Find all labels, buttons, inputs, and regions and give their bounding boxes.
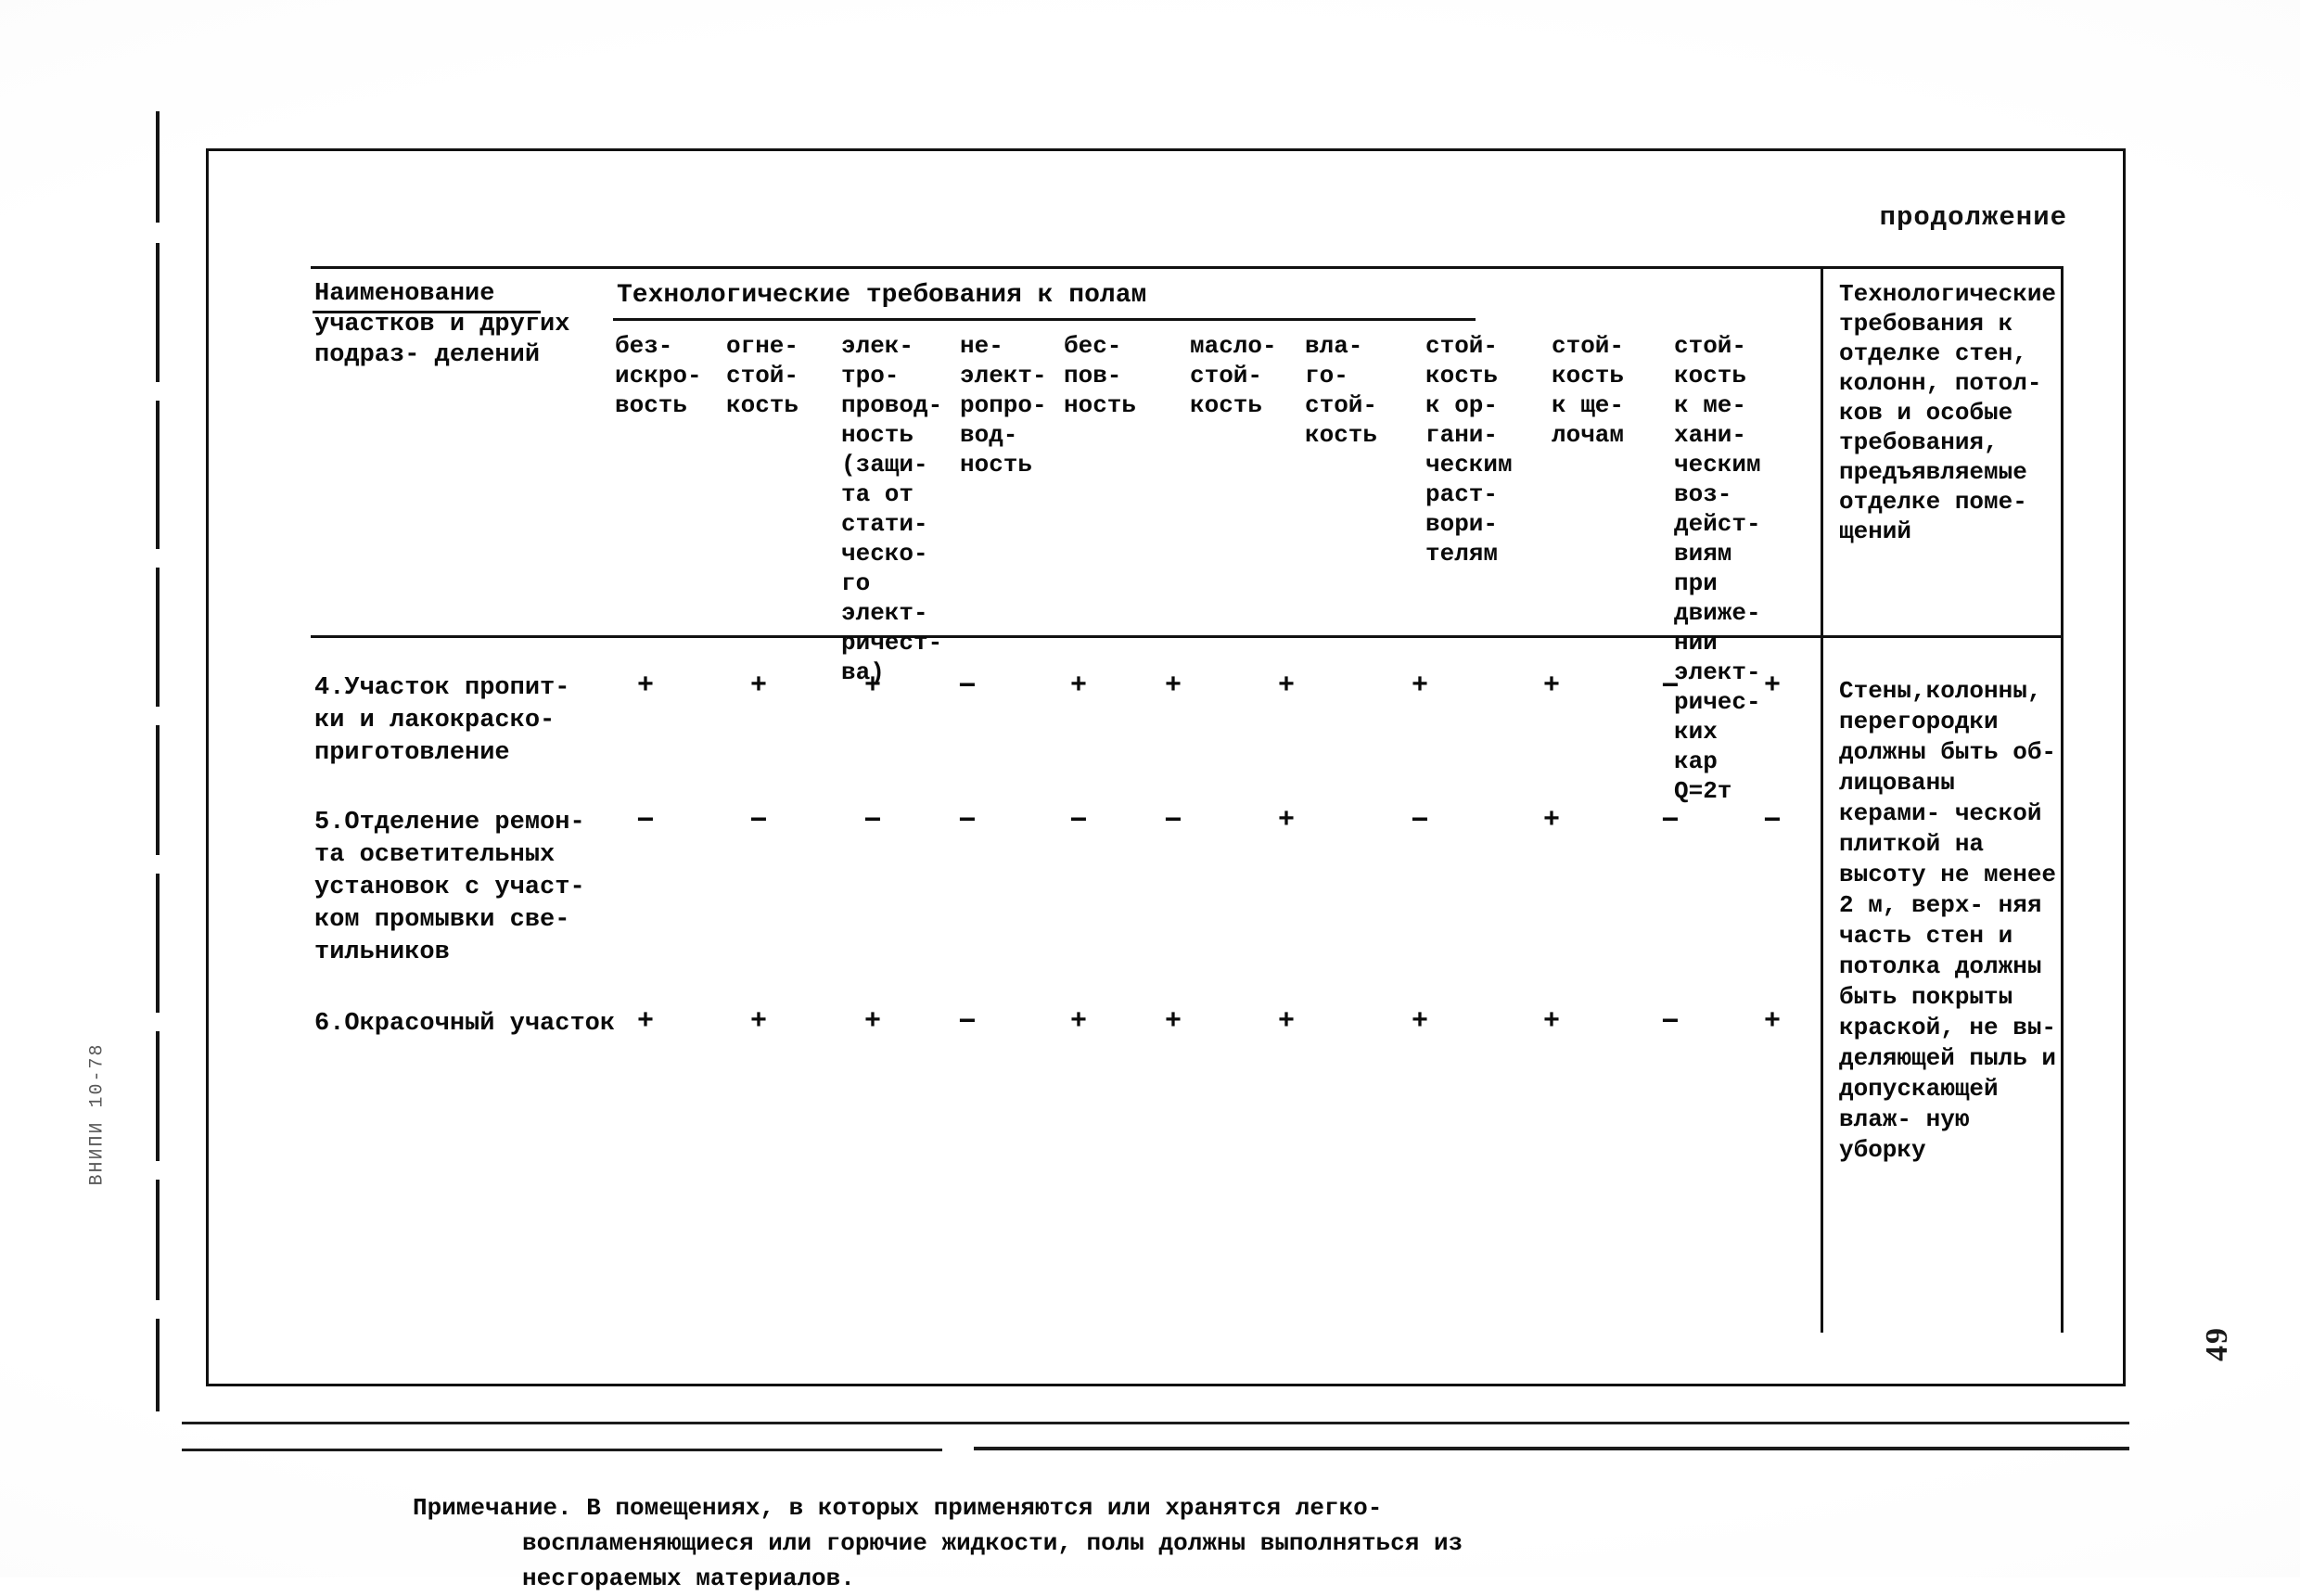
- right-column-note: Стены,колонны, перегородки должны быть о…: [1839, 677, 2057, 1164]
- group-column-header: Технологические требования к полам: [617, 281, 1147, 310]
- table-cell-mark: +: [1164, 670, 1182, 702]
- column-header-bespylnost: бес- пов- ность: [1064, 332, 1137, 419]
- table-cell-mark: +: [749, 1006, 767, 1038]
- scanned-page: ВНИПИ 10-78 продолжение Наименование уча…: [0, 0, 2300, 1592]
- table-right-column-divider: [1821, 266, 1823, 1333]
- margin-dash-mark: [156, 111, 160, 223]
- stub-column-header: Наименование участков и других подраз- д…: [314, 280, 570, 369]
- footnote-line-3: несгораемых материалов.: [522, 1564, 855, 1592]
- margin-dash-mark: [156, 725, 160, 855]
- table-cell-mark: +: [1542, 805, 1560, 836]
- margin-dash-mark: [156, 1319, 160, 1411]
- table-cell-mark: +: [1542, 1006, 1560, 1038]
- table-cell-mark: −: [1661, 670, 1680, 704]
- table-cell-mark: −: [863, 804, 882, 838]
- table-cell-mark: −: [1069, 804, 1088, 838]
- table-top-rule: [311, 266, 2064, 269]
- table-footnote: Примечание. В помещениях, в которых прим…: [413, 1490, 1859, 1596]
- table-cell-mark: −: [1411, 804, 1429, 838]
- table-cell-mark: +: [636, 670, 654, 702]
- table-cell-mark: +: [1763, 670, 1781, 702]
- table-cell-mark: −: [958, 804, 977, 838]
- table-row-label: 4.Участок пропит- ки и лакокраско- приго…: [314, 674, 570, 767]
- table-cell-mark: −: [1661, 1005, 1680, 1040]
- table-cell-mark: +: [1164, 1006, 1182, 1038]
- scan-edge-rule: [182, 1449, 942, 1451]
- table-cell-mark: +: [1542, 670, 1560, 702]
- table-cell-mark: +: [1277, 805, 1295, 836]
- table-cell-mark: +: [1411, 1006, 1428, 1038]
- margin-dash-mark: [156, 401, 160, 549]
- table-cell-mark: +: [749, 670, 767, 702]
- table-cell-mark: −: [958, 1005, 977, 1040]
- column-header-stoykost-organicheskim: стой- кость к ор- гани- ческим раст- вор…: [1425, 332, 1513, 568]
- table-cell-mark: −: [1661, 804, 1680, 838]
- column-header-maslostoykost: масло- стой- кость: [1190, 332, 1277, 419]
- margin-dash-mark: [156, 568, 160, 707]
- table-cell-mark: +: [1069, 670, 1087, 702]
- table-cell-mark: +: [1277, 670, 1295, 702]
- table-cell-mark: +: [1277, 1006, 1295, 1038]
- table-cell-mark: +: [1069, 1006, 1087, 1038]
- table-cell-mark: −: [1164, 804, 1182, 838]
- margin-dash-mark: [156, 1180, 160, 1300]
- requirements-table: Наименование участков и других подраз- д…: [311, 266, 2064, 1592]
- continuation-label: продолжение: [1879, 202, 2067, 233]
- scan-edge-rule: [974, 1447, 2129, 1450]
- column-header-neelektroprovodnost: не- элект- ропро- вод- ность: [960, 332, 1047, 479]
- table-cell-mark: −: [958, 670, 977, 704]
- page-number: 49: [2200, 1326, 2234, 1361]
- column-header-elektroprovodnost: элек- тро- провод- ность (защи- та от ст…: [841, 332, 943, 686]
- table-header-bottom-rule: [311, 635, 2064, 638]
- column-header-stoykost-shchelocham: стой- кость к ще- лочам: [1552, 332, 1625, 449]
- table-row-label: 5.Отделение ремон- та осветительных уста…: [314, 809, 585, 966]
- footnote-line-1: Примечание. В помещениях, в которых прим…: [413, 1494, 1383, 1522]
- table-cell-mark: −: [749, 804, 768, 838]
- table-frame: продолжение Наименование участков и друг…: [206, 148, 2126, 1592]
- column-header-vlagostoykost: вла- го- стой- кость: [1305, 332, 1378, 449]
- column-header-bezyskrovost: без- искро- вость: [615, 332, 702, 419]
- table-cell-mark: +: [863, 1006, 881, 1038]
- margin-dash-mark: [156, 874, 160, 1013]
- column-header-ognestoykost: огне- стой- кость: [726, 332, 799, 419]
- footnote-line-2: воспламеняющиеся или горючие жидкости, п…: [522, 1529, 1463, 1557]
- table-cell-mark: −: [1763, 804, 1782, 838]
- table-cell-mark: +: [1763, 1006, 1781, 1038]
- table-cell-mark: −: [636, 804, 655, 838]
- margin-dash-mark: [156, 1031, 160, 1161]
- scan-edge-rule: [182, 1422, 2129, 1424]
- margin-dash-mark: [156, 243, 160, 382]
- table-cell-mark: +: [863, 670, 881, 702]
- right-column-header: Технологические требования к отделке сте…: [1839, 280, 2057, 545]
- archive-code-stamp: ВНИПИ 10-78: [86, 1042, 109, 1186]
- stub-header-underline: [313, 311, 541, 313]
- column-header-stoykost-mekhanicheskim: стой- кость к ме- хани- ческим воз- дейс…: [1674, 332, 1761, 805]
- group-header-underline: [613, 318, 1476, 321]
- table-cell-mark: +: [1411, 670, 1428, 702]
- table-cell-mark: +: [636, 1006, 654, 1038]
